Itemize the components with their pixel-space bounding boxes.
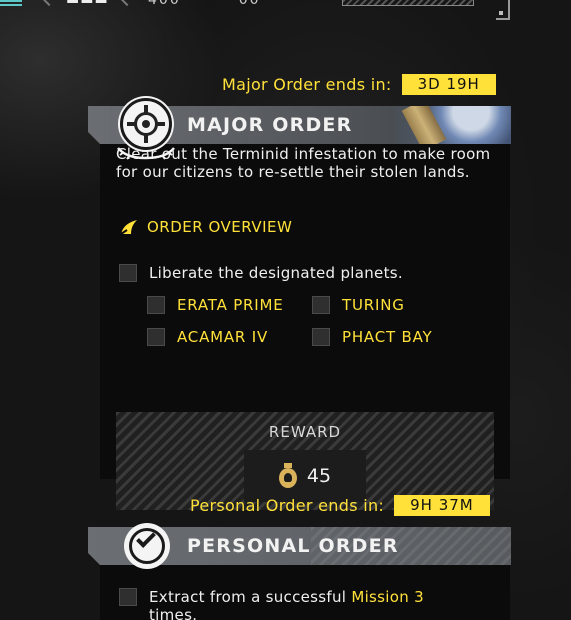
personal-task-highlight: Mission 3 xyxy=(351,588,424,606)
order-overview: ORDER OVERVIEW xyxy=(119,218,292,236)
major-order-title: MAJOR ORDER xyxy=(187,114,353,136)
personal-task: Extract from a successful Mission 3 times… xyxy=(119,588,479,620)
personal-task-prefix: Extract from a successful xyxy=(149,588,352,606)
planet-checkbox[interactable] xyxy=(312,328,330,346)
planet-item: ACAMAR IV xyxy=(147,328,268,346)
personal-task-suffix: times. xyxy=(149,606,198,620)
order-overview-label: ORDER OVERVIEW xyxy=(147,218,293,236)
planet-name: ACAMAR IV xyxy=(177,328,269,346)
laurel-icon xyxy=(117,147,175,160)
major-order-timer: Major Order ends in: 3D 19H xyxy=(222,74,496,95)
top-bar-text-left: ▬▬▬ xyxy=(66,0,109,8)
planet-banner-image xyxy=(391,106,511,144)
major-order-ends-value: 3D 19H xyxy=(401,74,496,95)
hatched-bar xyxy=(342,0,474,6)
planet-checkbox[interactable] xyxy=(147,328,165,346)
planet-name: TURING xyxy=(342,296,405,314)
personal-order-ends-label: Personal Order ends in: xyxy=(190,496,385,515)
major-order-ends-label: Major Order ends in: xyxy=(222,75,392,94)
reward-label: REWARD xyxy=(268,423,342,441)
chevron-left-icon[interactable] xyxy=(41,0,57,7)
planet-checkbox[interactable] xyxy=(147,296,165,314)
task-label: Liberate the designated planets. xyxy=(149,264,403,282)
personal-order-panel: Extract from a successful Mission 3 times… xyxy=(100,560,510,620)
personal-order-timer: Personal Order ends in: 9H 37M xyxy=(190,495,490,516)
menu-lines-icon[interactable] xyxy=(0,0,22,6)
planet-checkbox[interactable] xyxy=(312,296,330,314)
major-order-panel: Clear out the Terminid infestation to ma… xyxy=(100,125,510,510)
top-bar-text-right: 400 · · · · 00 xyxy=(148,0,261,8)
planet-name: ERATA PRIME xyxy=(177,296,284,314)
top-bar: ▬▬▬ 400 · · · · 00 xyxy=(0,0,571,20)
task-liberate: Liberate the designated planets. xyxy=(119,264,403,282)
chevron-left-icon[interactable] xyxy=(119,0,135,7)
personal-order-title: PERSONAL ORDER xyxy=(187,535,399,557)
corner-bracket-icon xyxy=(496,0,510,20)
task-checkbox[interactable] xyxy=(119,264,137,282)
check-emblem-icon xyxy=(124,523,170,569)
medal-icon xyxy=(278,463,297,489)
planet-item: ERATA PRIME xyxy=(147,296,284,314)
target-emblem-icon xyxy=(120,98,172,150)
order-overview-icon xyxy=(120,220,137,235)
planet-item: PHACT BAY xyxy=(312,328,432,346)
personal-order-ends-value: 9H 37M xyxy=(394,495,490,516)
planet-name: PHACT BAY xyxy=(342,328,433,346)
planet-item: TURING xyxy=(312,296,405,314)
personal-task-checkbox[interactable] xyxy=(119,588,137,606)
reward-value: 45 xyxy=(306,465,332,487)
personal-task-text: Extract from a successful Mission 3 times… xyxy=(149,588,479,620)
